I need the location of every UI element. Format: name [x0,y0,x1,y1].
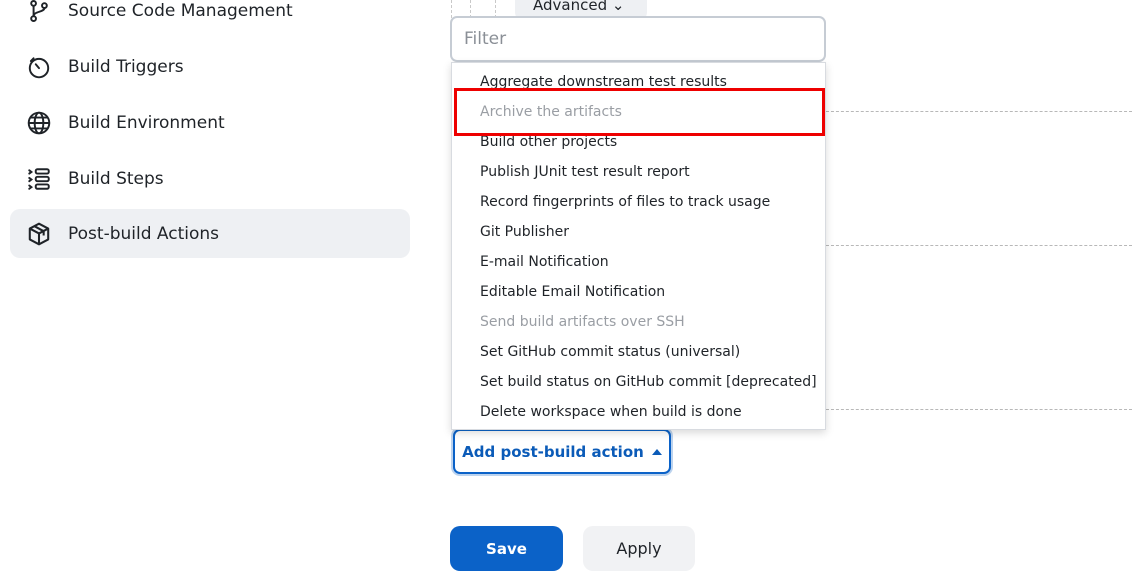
sidebar-item-label: Post-build Actions [68,223,220,244]
apply-button[interactable]: Apply [583,526,695,571]
section-divider [451,0,452,18]
branch-icon [25,0,53,25]
menu-item-send-artifacts-ssh: Send build artifacts over SSH [480,314,685,330]
menu-item-github-build-status-deprecated[interactable]: Set build status on GitHub commit [depre… [480,367,817,397]
menu-item-delete-workspace[interactable]: Delete workspace when build is done [480,397,742,427]
add-post-build-action-label: Add post-build action [462,442,644,461]
save-button[interactable]: Save [450,526,563,571]
menu-item-editable-email[interactable]: Editable Email Notification [480,277,665,307]
menu-item-email-notification[interactable]: E-mail Notification [480,247,609,277]
add-post-build-action-button[interactable]: Add post-build action [453,429,671,474]
sidebar-item-label: Build Environment [68,112,225,133]
list-icon [25,165,53,193]
caret-up-icon [651,448,662,455]
sidebar-item-label: Source Code Management [68,0,293,21]
sidebar-item-build-environment[interactable]: Build Environment [10,98,410,147]
sidebar-item-label: Build Steps [68,168,164,189]
sidebar-item-build-steps[interactable]: Build Steps [10,154,410,203]
menu-item-record-fingerprints[interactable]: Record fingerprints of files to track us… [480,187,770,217]
sidebar-item-post-build-actions[interactable]: Post-build Actions [10,209,410,258]
sidebar-item-label: Build Triggers [68,56,184,77]
section-divider [826,111,1132,112]
menu-item-archive-artifacts: Archive the artifacts [480,104,622,120]
menu-item-publish-junit[interactable]: Publish JUnit test result report [480,157,690,187]
menu-item-aggregate-downstream[interactable]: Aggregate downstream test results [480,67,727,97]
filter-input[interactable] [450,16,826,62]
section-divider [826,409,1132,410]
menu-item-build-other-projects[interactable]: Build other projects [480,127,617,157]
globe-icon [25,109,53,137]
timer-icon [25,53,53,81]
section-divider [826,245,1132,246]
sidebar-item-source-code-management[interactable]: Source Code Management [10,0,410,35]
package-icon [25,220,53,248]
post-build-action-menu: Aggregate downstream test results Archiv… [451,62,826,430]
sidebar-item-build-triggers[interactable]: Build Triggers [10,42,410,91]
advanced-button-label: Advanced ⌄ [533,0,625,14]
menu-item-git-publisher[interactable]: Git Publisher [480,217,569,247]
configure-page: Source Code Management Build Triggers Bu… [0,0,1132,582]
menu-item-github-commit-status[interactable]: Set GitHub commit status (universal) [480,337,740,367]
